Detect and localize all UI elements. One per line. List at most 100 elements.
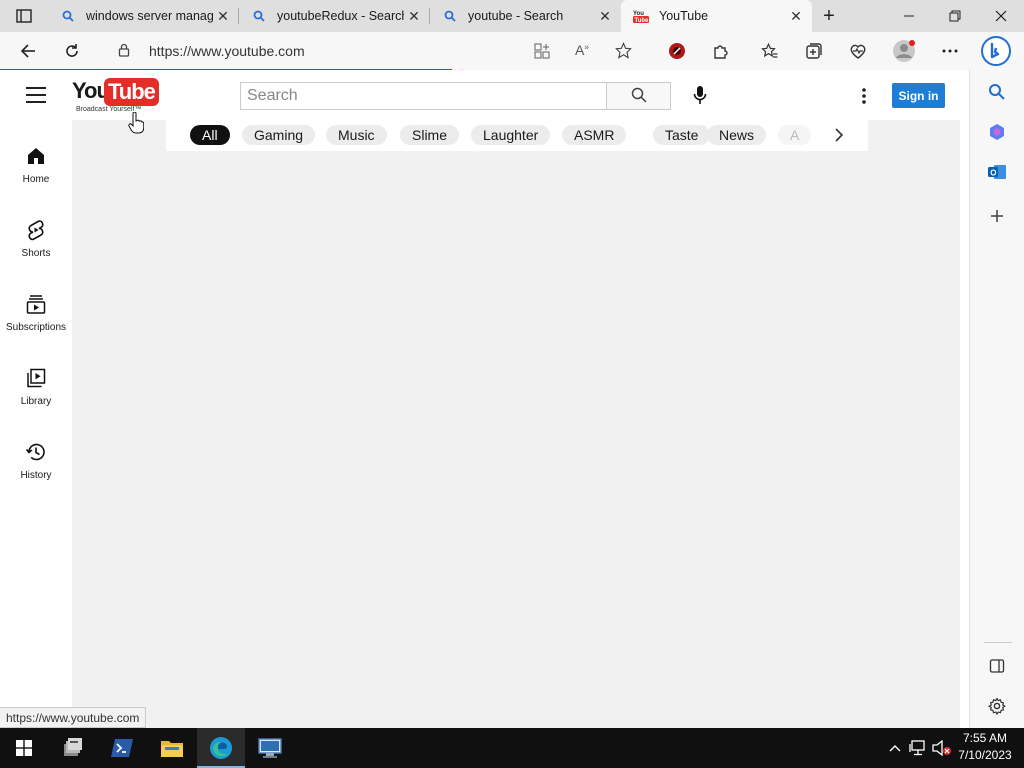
chip-music[interactable]: Music (326, 125, 387, 145)
file-explorer-icon[interactable] (148, 728, 196, 768)
guide-item-history[interactable]: History (0, 438, 72, 498)
tab-youtuberedux[interactable]: youtubeRedux - Search ✕ (239, 0, 430, 32)
guide-item-subscriptions[interactable]: Subscriptions (0, 290, 72, 350)
clock-time: 7:55 AM (962, 731, 1008, 745)
browser-essentials-icon[interactable] (843, 37, 873, 65)
copilot-icon[interactable] (983, 118, 1011, 146)
tab-actions-icon[interactable] (10, 6, 38, 26)
extensions-icon[interactable] (706, 37, 736, 65)
search-icon[interactable] (983, 78, 1011, 106)
youtube-logo[interactable]: You Tube Broadcast Yourself™ (72, 78, 159, 116)
svg-text:Tube: Tube (635, 18, 650, 23)
back-button[interactable] (13, 37, 43, 65)
profile-avatar[interactable] (889, 37, 919, 65)
lock-icon[interactable] (118, 43, 130, 60)
favorites-icon[interactable] (755, 37, 785, 65)
page-scrollbar[interactable] (960, 70, 969, 728)
close-icon[interactable]: ✕ (786, 6, 806, 26)
microphone-icon (693, 85, 707, 108)
guide-item-library[interactable]: Library (0, 364, 72, 424)
subscriptions-icon (24, 292, 48, 316)
voice-search-button[interactable] (686, 82, 714, 110)
bing-search-icon (442, 8, 458, 24)
history-icon (24, 440, 48, 464)
hamburger-menu-icon[interactable] (22, 82, 50, 108)
volume-muted-icon[interactable] (930, 728, 954, 768)
more-options-icon[interactable] (935, 37, 965, 65)
chip-partial[interactable]: A (778, 125, 812, 145)
shorts-icon (24, 218, 48, 242)
link-status-bubble: https://www.youtube.com (0, 707, 147, 728)
guide-label: Shorts (21, 248, 51, 259)
hide-sidebar-icon[interactable] (983, 652, 1011, 680)
chip-laughter[interactable]: Laughter (471, 125, 551, 145)
edge-sidebar: O (969, 70, 1024, 728)
tab-title: youtubeRedux - Search (277, 9, 404, 23)
edge-icon[interactable] (197, 728, 245, 768)
chip-news[interactable]: News (707, 125, 767, 145)
show-hidden-icons-chevron-icon[interactable] (886, 728, 904, 768)
tab-title: youtube - Search (468, 9, 564, 23)
guide-item-shorts[interactable]: Shorts (0, 216, 72, 276)
guide-sidebar: Home Shorts Subscriptions Library Histor… (0, 120, 72, 728)
chip-all[interactable]: All (190, 125, 230, 145)
restore-button[interactable] (932, 0, 978, 32)
chip-asmr[interactable]: ASMR (562, 125, 627, 145)
extension-red-icon[interactable] (662, 37, 692, 65)
guide-label: Home (22, 174, 50, 185)
guide-label: History (20, 470, 52, 481)
add-sidebar-app-icon[interactable] (983, 202, 1011, 230)
close-icon[interactable]: ✕ (213, 6, 233, 26)
search-button[interactable] (606, 82, 671, 110)
chip-gaming[interactable]: Gaming (242, 125, 316, 145)
close-icon[interactable]: ✕ (404, 6, 424, 26)
tab-title: windows server manage (86, 9, 213, 23)
refresh-button[interactable] (57, 37, 87, 65)
close-window-button[interactable] (978, 0, 1024, 32)
chip-taste[interactable]: Taste (653, 125, 711, 145)
search-icon (631, 87, 647, 106)
svg-text:O: O (990, 168, 996, 177)
home-icon (24, 144, 48, 168)
web-page: You Tube Broadcast Yourself™ Sign in Hom… (0, 70, 969, 728)
server-manager-icon[interactable] (49, 728, 97, 768)
main-content: All Gaming Music Slime Laughter ASMR Tas… (72, 120, 960, 728)
sidebar-divider (984, 642, 1012, 643)
collections-icon[interactable] (799, 37, 829, 65)
chip-slime[interactable]: Slime (400, 125, 460, 145)
tab-youtube-search[interactable]: youtube - Search ✕ (430, 0, 621, 32)
favorite-star-icon[interactable] (615, 41, 632, 62)
library-icon (24, 366, 48, 390)
new-tab-button[interactable]: + (816, 4, 842, 28)
app-available-icon[interactable] (534, 43, 550, 62)
start-icon[interactable] (0, 728, 48, 768)
logo-tube-text: Tube (104, 78, 159, 106)
outlook-icon[interactable]: O (983, 158, 1011, 186)
minimize-button[interactable] (886, 0, 932, 32)
guide-label: Subscriptions (5, 322, 67, 333)
windows-taskbar: 7:55 AM 7/10/2023 (0, 728, 1024, 768)
clock-date: 7/10/2023 (958, 748, 1012, 762)
tab-windows-server[interactable]: windows server manage ✕ (48, 0, 239, 32)
youtube-favicon: You Tube (633, 8, 649, 24)
read-aloud-icon[interactable]: A» (575, 42, 589, 58)
powershell-icon[interactable] (98, 728, 146, 768)
bing-chat-icon[interactable] (979, 34, 1013, 68)
settings-gear-icon[interactable] (983, 692, 1011, 720)
remote-desktop-icon[interactable] (246, 728, 294, 768)
sign-in-button[interactable]: Sign in (892, 83, 945, 108)
guide-item-home[interactable]: Home (0, 142, 72, 202)
tab-youtube[interactable]: You Tube YouTube ✕ (621, 0, 812, 32)
taskbar-clock[interactable]: 7:55 AM 7/10/2023 (954, 730, 1016, 764)
tab-strip: windows server manage ✕ youtubeRedux - S… (0, 0, 1024, 32)
settings-kebab-icon[interactable] (852, 82, 876, 110)
guide-label: Library (20, 396, 52, 407)
search-input[interactable] (240, 82, 607, 110)
chevron-right-icon[interactable] (826, 122, 852, 148)
address-bar[interactable]: https://www.youtube.com A» (104, 36, 650, 66)
bing-search-icon (251, 8, 267, 24)
bing-search-icon (60, 8, 76, 24)
close-icon[interactable]: ✕ (595, 6, 615, 26)
network-icon[interactable] (906, 728, 930, 768)
chip-bar: All Gaming Music Slime Laughter ASMR Tas… (166, 120, 868, 151)
